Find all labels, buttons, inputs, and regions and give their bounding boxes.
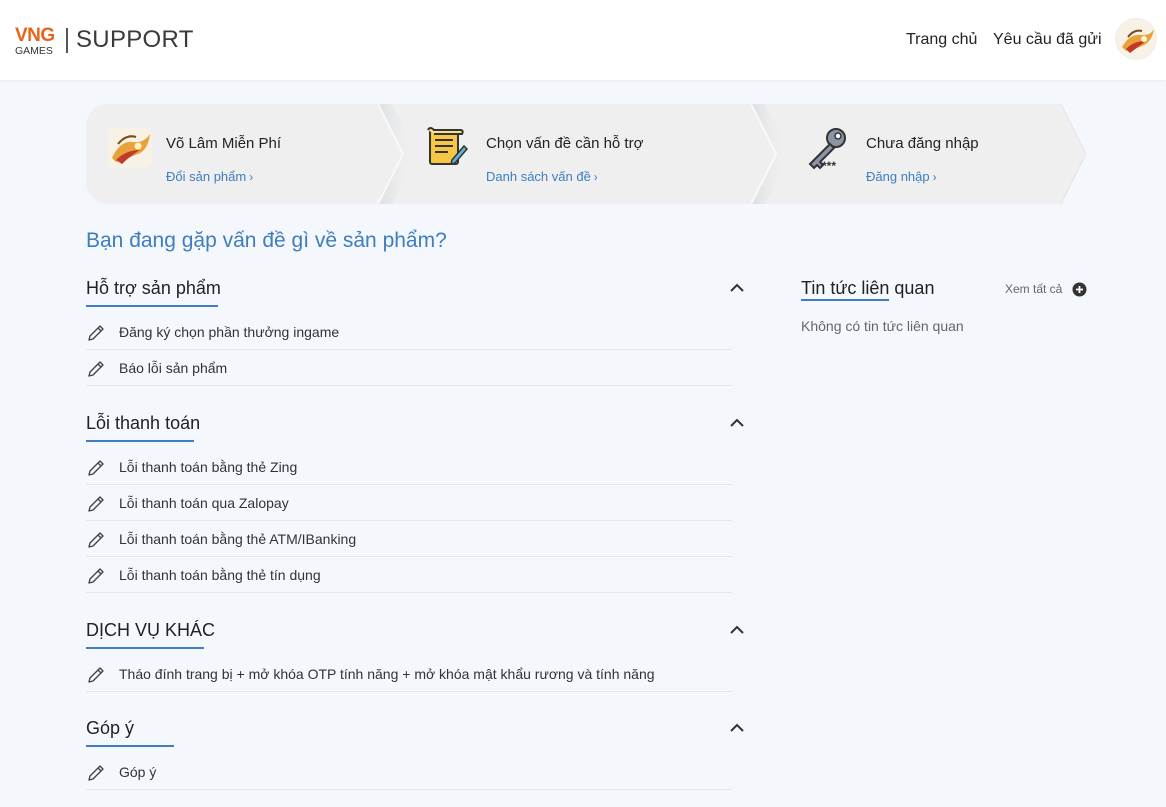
pencil-icon: [88, 532, 104, 548]
pencil-icon: [88, 496, 104, 512]
chevron-up-icon[interactable]: [728, 717, 746, 737]
section-title: Góp ý: [86, 718, 135, 738]
list-item-label: Lỗi thanh toán bằng thẻ tín dụng: [119, 567, 321, 583]
step-product-title: Võ Lâm Miễn Phí: [166, 135, 282, 152]
step-issue: Chọn vấn đề cần hỗ trợ Danh sách vấn đề ›: [406, 104, 746, 204]
section-title: Lỗi thanh toán: [86, 413, 201, 433]
user-avatar[interactable]: [1115, 18, 1157, 60]
chevron-right-icon: ›: [593, 170, 598, 184]
section-payment-errors: Lỗi thanh toán Lỗi thanh toán bằng thẻ Z…: [86, 412, 746, 594]
step-issue-title: Chọn vấn đề cần hỗ trợ: [486, 135, 644, 152]
game-avatar-icon: [1116, 19, 1156, 59]
step-login: *** Chưa đăng nhập Đăng nhập ›: [786, 104, 1076, 204]
issue-list-label: Danh sách vấn đề: [486, 169, 591, 184]
plus-circle-icon[interactable]: [1072, 282, 1087, 297]
chevron-up-icon[interactable]: [728, 619, 746, 639]
list-item[interactable]: Đăng ký chọn phần thưởng ingame: [86, 314, 732, 350]
list-item[interactable]: Tháo đính trang bị + mở khóa OTP tính nă…: [86, 656, 732, 692]
list-item[interactable]: Báo lỗi sản phẩm: [86, 350, 732, 386]
issue-list-link[interactable]: Danh sách vấn đề ›: [486, 169, 598, 185]
pencil-icon: [88, 361, 104, 377]
svg-text:GAMES: GAMES: [15, 45, 53, 56]
change-product-link[interactable]: Đổi sản phẩm ›: [166, 169, 253, 185]
list-item-label: Lỗi thanh toán bằng thẻ Zing: [119, 459, 298, 475]
vng-games-logo[interactable]: VNG GAMES: [14, 24, 60, 56]
pencil-icon: [88, 325, 104, 341]
svg-text:***: ***: [822, 159, 836, 172]
list-item[interactable]: Lỗi thanh toán bằng thẻ tín dụng: [86, 557, 732, 593]
logo-divider: [66, 28, 68, 53]
section-feedback: Góp ý Góp ý: [86, 717, 746, 791]
list-item-label: Góp ý: [119, 764, 157, 780]
scroll-document-icon: [427, 127, 469, 166]
related-news-empty: Không có tin tức liên quan: [801, 318, 964, 334]
section-product-support: Hỗ trợ sản phẩm Đăng ký chọn phần thưởng…: [86, 277, 746, 387]
svg-text:VNG: VNG: [15, 25, 55, 46]
pencil-icon: [88, 460, 104, 476]
key-icon: ***: [808, 128, 846, 172]
step-login-title: Chưa đăng nhập: [866, 135, 979, 152]
chevron-up-icon[interactable]: [728, 412, 746, 432]
step-product: Võ Lâm Miễn Phí Đổi sản phẩm ›: [86, 104, 386, 204]
chevron-right-icon: ›: [249, 170, 254, 184]
login-link[interactable]: Đăng nhập ›: [866, 169, 937, 185]
list-item-label: Lỗi thanh toán qua Zalopay: [119, 495, 289, 511]
list-item[interactable]: Lỗi thanh toán bằng thẻ Zing: [86, 449, 732, 485]
chevron-right-icon: ›: [932, 170, 937, 184]
login-label: Đăng nhập: [866, 169, 930, 184]
list-item[interactable]: Lỗi thanh toán bằng thẻ ATM/IBanking: [86, 521, 732, 557]
pencil-icon: [88, 667, 104, 683]
list-item[interactable]: Lỗi thanh toán qua Zalopay: [86, 485, 732, 521]
nav-requests-link[interactable]: Yêu cầu đã gửi: [993, 30, 1102, 50]
list-item[interactable]: Góp ý: [86, 754, 732, 790]
list-item-label: Đăng ký chọn phần thưởng ingame: [119, 324, 340, 340]
section-underline: [86, 647, 204, 649]
steps-breadcrumb: Võ Lâm Miễn Phí Đổi sản phẩm › Chọn vấn đ…: [86, 104, 1086, 204]
game-logo-icon: [108, 128, 152, 168]
section-title: Hỗ trợ sản phẩm: [86, 278, 221, 298]
related-news-underline: [801, 299, 889, 301]
list-item-label: Lỗi thanh toán bằng thẻ ATM/IBanking: [119, 531, 357, 547]
section-underline: [86, 745, 174, 747]
pencil-icon: [88, 765, 104, 781]
pencil-icon: [88, 568, 104, 584]
brand-title: SUPPORT: [76, 26, 194, 53]
page-title: Bạn đang gặp vấn đề gì về sản phẩm?: [86, 229, 447, 252]
nav-home-link[interactable]: Trang chủ: [906, 30, 977, 50]
chevron-up-icon[interactable]: [728, 277, 746, 297]
section-title: DỊCH VỤ KHÁC: [86, 620, 216, 640]
list-item-label: Báo lỗi sản phẩm: [119, 360, 228, 376]
section-underline: [86, 440, 194, 442]
change-product-label: Đổi sản phẩm: [166, 169, 247, 184]
section-underline: [86, 305, 218, 307]
see-all-link[interactable]: Xem tất cả: [1005, 282, 1062, 297]
section-other-services: DỊCH VỤ KHÁC Tháo đính trang bị + mở khó…: [86, 619, 746, 692]
top-header: VNG GAMES SUPPORT Trang chủ Yêu cầu đã g…: [0, 0, 1166, 80]
list-item-label: Tháo đính trang bị + mở khóa OTP tính nă…: [119, 666, 655, 682]
related-news-title: Tin tức liên quan: [801, 278, 935, 298]
